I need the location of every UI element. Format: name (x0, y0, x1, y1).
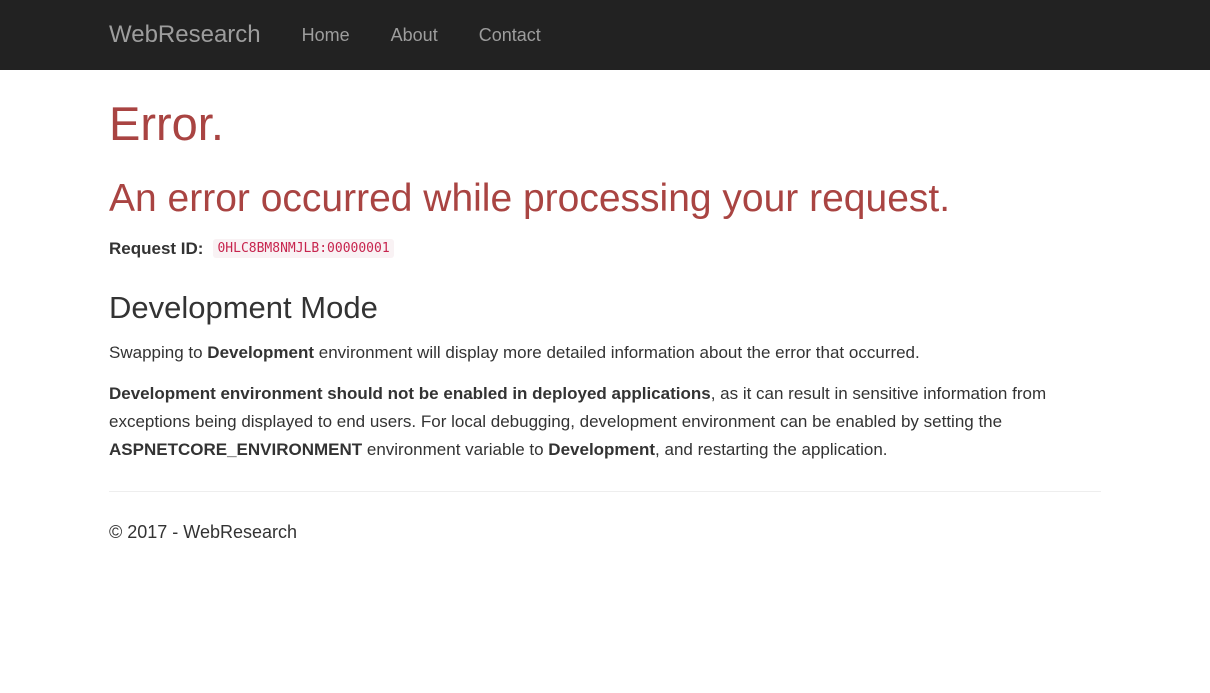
page-footer: © 2017 - WebResearch (109, 522, 1101, 543)
development-info-paragraph: Swapping to Development environment will… (109, 339, 1101, 367)
development-warning-paragraph: Development environment should not be en… (109, 380, 1101, 464)
nav-link-about[interactable]: About (391, 26, 438, 44)
request-id-label: Request ID: (109, 238, 204, 258)
development-mode-heading: Development Mode (109, 289, 378, 325)
error-title: Error. (109, 97, 224, 150)
brand-link[interactable]: WebResearch (109, 23, 261, 47)
request-id-row: Request ID: 0HLC8BM8NMJLB:00000001 (109, 237, 1101, 261)
p2-bold-development: Development (548, 439, 656, 459)
nav-link-home[interactable]: Home (302, 26, 350, 44)
navbar-container: WebResearch Home About Contact (109, 0, 1210, 70)
p2-text-2: environment variable to (362, 439, 549, 459)
p1-text-2: environment will display more detailed i… (314, 342, 920, 362)
p2-bold-warning: Development environment should not be en… (109, 383, 711, 403)
nav-link-contact[interactable]: Contact (479, 26, 541, 44)
p2-bold-env-var: ASPNETCORE_ENVIRONMENT (109, 439, 363, 459)
footer-copyright: © 2017 - WebResearch (109, 521, 298, 542)
error-subtitle: An error occurred while processing your … (109, 176, 951, 220)
top-navbar: WebResearch Home About Contact (0, 0, 1210, 70)
footer-divider (109, 490, 1101, 492)
main-content: Error. An error occurred while processin… (109, 98, 1101, 543)
p1-bold-development: Development (207, 342, 315, 362)
p2-text-3: , and restarting the application. (655, 439, 888, 459)
p1-text-1: Swapping to (109, 342, 208, 362)
request-id-value: 0HLC8BM8NMJLB:00000001 (213, 239, 394, 259)
